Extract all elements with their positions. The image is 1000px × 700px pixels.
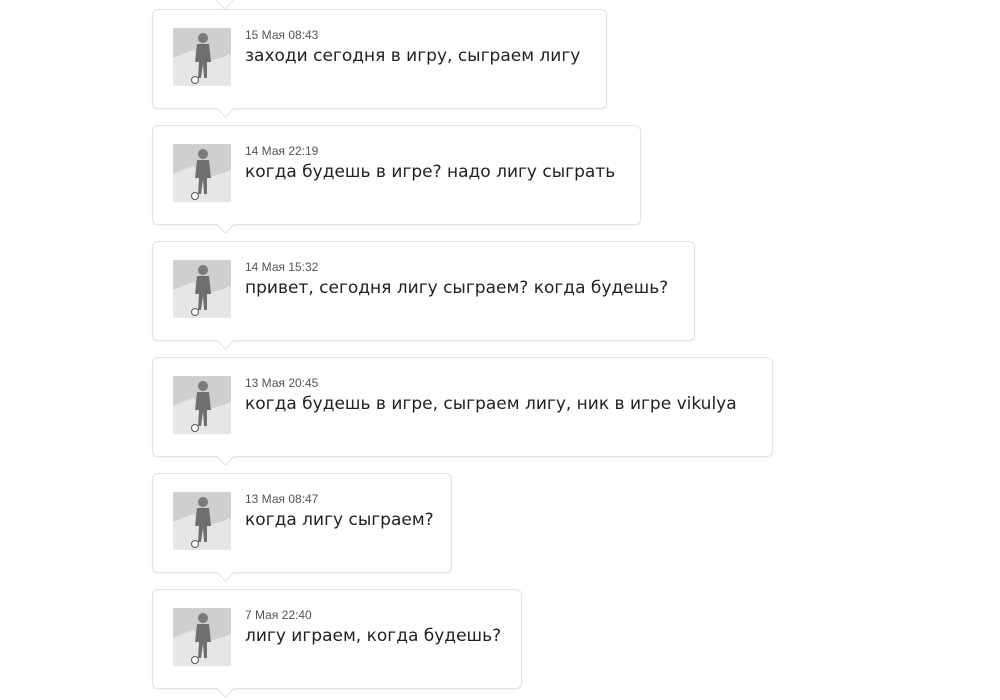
message-text: лигу играем, когда будешь? <box>245 626 502 646</box>
avatar[interactable] <box>173 608 231 666</box>
message-text: привет, сегодня лигу сыграем? когда буде… <box>245 278 669 298</box>
message-item[interactable]: 14 Мая 15:32 привет, сегодня лигу сыграе… <box>152 241 695 341</box>
soccer-player-silhouette-icon <box>173 144 231 202</box>
message-text: заходи сегодня в игру, сыграем лигу <box>245 46 581 66</box>
message-item[interactable]: 15 Мая 08:43 заходи сегодня в игру, сыгр… <box>152 9 607 109</box>
message-item[interactable]: 7 Мая 22:40 лигу играем, когда будешь? <box>152 589 522 689</box>
message-text: когда будешь в игре, сыграем лигу, ник в… <box>245 394 737 414</box>
message-timestamp: 14 Мая 22:19 <box>245 144 319 158</box>
soccer-player-silhouette-icon <box>173 260 231 318</box>
message-timestamp: 13 Мая 20:45 <box>245 376 319 390</box>
message-text: когда лигу сыграем? <box>245 510 434 530</box>
avatar[interactable] <box>173 492 231 550</box>
avatar[interactable] <box>173 144 231 202</box>
soccer-player-silhouette-icon <box>173 376 231 434</box>
soccer-player-silhouette-icon <box>173 492 231 550</box>
message-item[interactable]: 14 Мая 22:19 когда будешь в игре? надо л… <box>152 125 641 225</box>
soccer-player-silhouette-icon <box>173 28 231 86</box>
message-item[interactable]: 13 Мая 08:47 когда лигу сыграем? <box>152 473 452 573</box>
message-timestamp: 7 Мая 22:40 <box>245 608 312 622</box>
message-item[interactable]: 13 Мая 20:45 когда будешь в игре, сыграе… <box>152 357 773 457</box>
avatar[interactable] <box>173 260 231 318</box>
soccer-player-silhouette-icon <box>173 608 231 666</box>
message-timestamp: 14 Мая 15:32 <box>245 260 319 274</box>
message-timestamp: 15 Мая 08:43 <box>245 28 319 42</box>
avatar[interactable] <box>173 376 231 434</box>
message-timestamp: 13 Мая 08:47 <box>245 492 319 506</box>
avatar[interactable] <box>173 28 231 86</box>
message-feed: 15 Мая 08:43 заходи сегодня в игру, сыгр… <box>0 0 1000 700</box>
message-text: когда будешь в игре? надо лигу сыграть <box>245 162 616 182</box>
